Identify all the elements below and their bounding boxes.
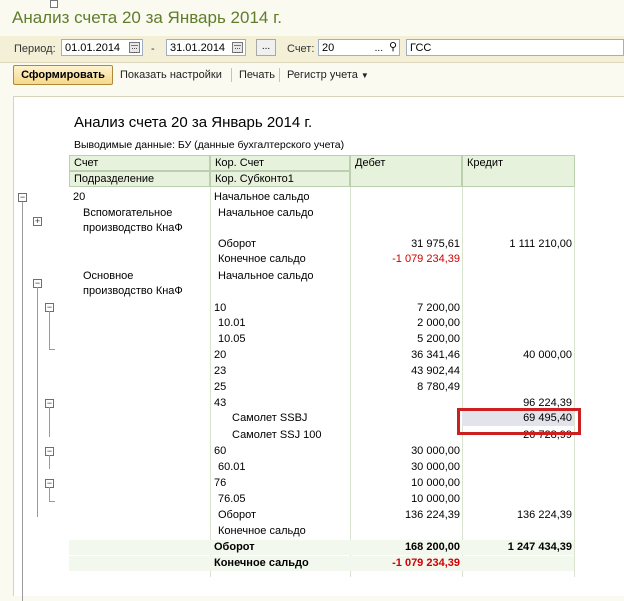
cell-credit: 40 000,00 bbox=[523, 349, 572, 361]
organization-value: ГСС bbox=[410, 42, 432, 54]
show-settings-button[interactable]: Показать настройки bbox=[120, 69, 222, 81]
report-toolbar: Сформировать Показать настройки Печать Р… bbox=[0, 63, 624, 89]
cell-debit: 43 902,44 bbox=[411, 365, 460, 377]
tree-line bbox=[49, 487, 50, 501]
account-field[interactable]: 20 ... ⚲ bbox=[318, 39, 400, 56]
toolbar-separator bbox=[279, 68, 280, 82]
cell-debit: 168 200,00 bbox=[350, 540, 462, 555]
tree-line bbox=[49, 311, 50, 349]
cell-corr: Конечное сальдо bbox=[218, 525, 306, 537]
header-credit[interactable]: Кредит bbox=[462, 155, 575, 187]
cell-debit: 8 780,49 bbox=[417, 381, 460, 393]
cell-corr: Конечное сальдо bbox=[218, 253, 306, 265]
cell-corr: Начальное сальдо bbox=[214, 191, 310, 203]
highlight-frame bbox=[457, 408, 581, 435]
window-corner-box bbox=[50, 0, 58, 8]
collapse-icon[interactable]: − bbox=[18, 193, 27, 202]
date-to-value: 31.01.2014 bbox=[170, 42, 226, 54]
period-label: Период: bbox=[14, 43, 56, 55]
cell-corr: Оборот bbox=[210, 540, 350, 555]
cell-debit: 10 000,00 bbox=[411, 493, 460, 505]
cell-debit: -1 079 234,39 bbox=[392, 253, 460, 265]
grid-line bbox=[574, 187, 575, 577]
search-icon[interactable]: ⚲ bbox=[389, 39, 397, 56]
cell-corr: 76.05 bbox=[218, 493, 246, 505]
cell-subdivision: производство КнаФ bbox=[83, 222, 183, 234]
cell-corr: 20 bbox=[214, 349, 227, 361]
cell-corr: 23 bbox=[214, 365, 227, 377]
header-debit[interactable]: Дебет bbox=[350, 155, 462, 187]
cell-corr: Оборот bbox=[218, 238, 257, 250]
ellipsis-icon[interactable]: ... bbox=[375, 40, 383, 57]
tree-line bbox=[37, 287, 38, 517]
tree-line bbox=[49, 349, 55, 350]
cell-debit: 10 000,00 bbox=[411, 477, 460, 489]
cell-subdivision: Основное bbox=[83, 270, 134, 282]
account-value: 20 bbox=[322, 42, 335, 54]
toolbar-separator bbox=[231, 68, 232, 82]
cell-debit: -1 079 234,39 bbox=[350, 556, 462, 571]
cell-corr: 10.05 bbox=[218, 333, 246, 345]
cell-corr: 10 bbox=[214, 302, 227, 314]
cell-corr: Начальное сальдо bbox=[218, 270, 314, 282]
calendar-icon[interactable] bbox=[232, 42, 243, 53]
tree-line bbox=[22, 201, 23, 601]
parameters-bar: Период: 01.01.2014 - 31.01.2014 ... Счет… bbox=[0, 36, 624, 63]
date-from-field[interactable]: 01.01.2014 bbox=[61, 39, 143, 56]
cell-debit: 36 341,46 bbox=[411, 349, 460, 361]
account-label: Счет: bbox=[287, 43, 315, 55]
cell-debit: 31 975,61 bbox=[411, 238, 460, 250]
report-title: Анализ счета 20 за Январь 2014 г. bbox=[74, 114, 313, 131]
cell-debit: 30 000,00 bbox=[411, 461, 460, 473]
header-corr-account[interactable]: Кор. Счет bbox=[210, 155, 350, 171]
date-to-field[interactable]: 31.01.2014 bbox=[166, 39, 246, 56]
header-corr-subconto[interactable]: Кор. Субконто1 bbox=[210, 171, 350, 187]
tree-line bbox=[49, 501, 55, 502]
cell-corr: 60.01 bbox=[218, 461, 246, 473]
header-subdivision[interactable]: Подразделение bbox=[69, 171, 210, 187]
date-from-value: 01.01.2014 bbox=[65, 42, 121, 54]
cell-corr: 10.01 bbox=[218, 317, 246, 329]
cell-account bbox=[69, 556, 210, 571]
print-button[interactable]: Печать bbox=[239, 69, 275, 81]
cell-corr: Начальное сальдо bbox=[218, 207, 314, 219]
cell-corr: Оборот bbox=[218, 509, 257, 521]
cell-corr: Конечное сальдо bbox=[210, 556, 350, 571]
cell-credit bbox=[462, 556, 574, 571]
cell-debit: 5 200,00 bbox=[417, 333, 460, 345]
cell-debit: 30 000,00 bbox=[411, 445, 460, 457]
period-select-button[interactable]: ... bbox=[256, 39, 276, 56]
cell-corr: Самолет SSJ 100 bbox=[232, 429, 322, 441]
cell-corr: 25 bbox=[214, 381, 227, 393]
report-sheet: Анализ счета 20 за Январь 2014 г. Выводи… bbox=[13, 96, 624, 601]
cell-corr: 43 bbox=[214, 397, 227, 409]
register-dropdown[interactable]: Регистр учета ▼ bbox=[287, 69, 369, 81]
tree-line bbox=[49, 407, 50, 437]
register-label: Регистр учета bbox=[287, 69, 358, 81]
tree-line bbox=[49, 455, 50, 469]
cell-corr: 60 bbox=[214, 445, 227, 457]
cell-debit: 136 224,39 bbox=[404, 509, 460, 521]
report-output-data: Выводимые данные: БУ (данные бухгалтерск… bbox=[74, 139, 345, 151]
header-account[interactable]: Счет bbox=[69, 155, 210, 171]
organization-field[interactable]: ГСС bbox=[406, 39, 624, 56]
cell-corr: 76 bbox=[214, 477, 227, 489]
window-title: Анализ счета 20 за Январь 2014 г. bbox=[12, 8, 282, 27]
cell-debit: 2 000,00 bbox=[417, 317, 460, 329]
cell-credit: 136 224,39 bbox=[516, 509, 572, 521]
cell-account bbox=[69, 540, 210, 555]
expand-icon[interactable]: + bbox=[33, 217, 42, 226]
cell-subdivision: Вспомогательное bbox=[83, 207, 173, 219]
cell-account: 20 bbox=[73, 191, 86, 203]
generate-button[interactable]: Сформировать bbox=[13, 65, 113, 85]
cell-corr: Самолет SSBJ bbox=[232, 412, 308, 424]
cell-subdivision: производство КнаФ bbox=[83, 285, 183, 297]
cell-credit: 1 111 210,00 bbox=[509, 238, 572, 250]
calendar-icon[interactable] bbox=[129, 42, 140, 53]
cell-credit: 1 247 434,39 bbox=[462, 540, 574, 555]
chevron-down-icon: ▼ bbox=[360, 71, 369, 80]
cell-debit: 7 200,00 bbox=[417, 302, 460, 314]
period-dash: - bbox=[151, 43, 155, 55]
